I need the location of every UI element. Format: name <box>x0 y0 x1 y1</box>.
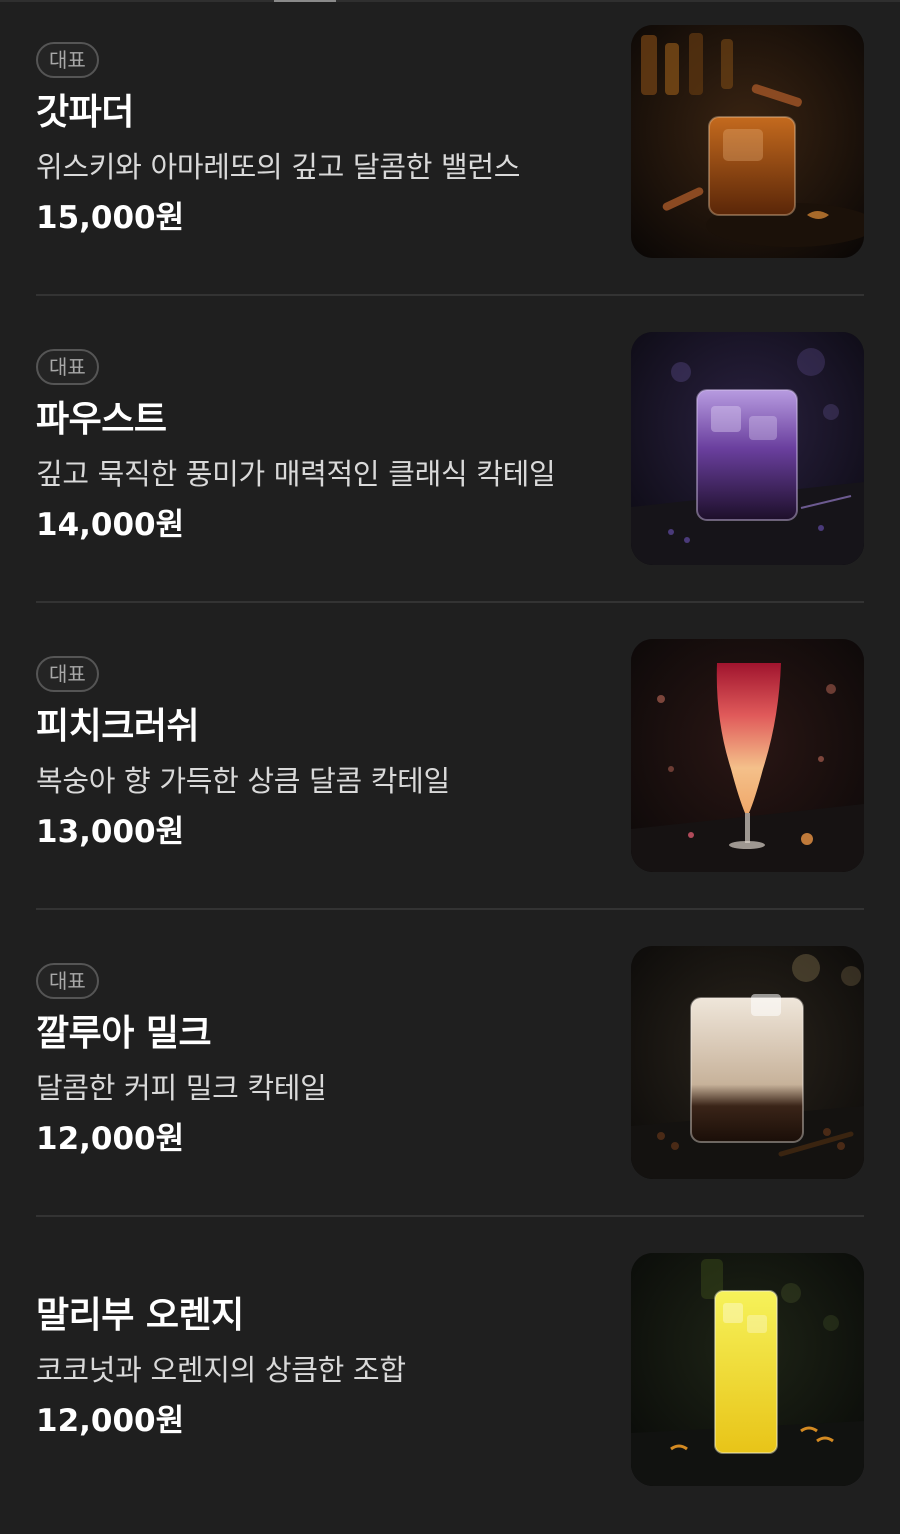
purple-cocktail-image <box>631 332 864 565</box>
menu-item-description: 코코넛과 오렌지의 상큼한 조합 <box>36 1353 406 1387</box>
item-divider <box>36 601 864 603</box>
menu-item-image[interactable] <box>631 25 864 258</box>
menu-item-image[interactable] <box>631 946 864 1179</box>
item-divider <box>36 908 864 910</box>
menu-item-name: 깔루아 밀크 <box>36 1013 212 1054</box>
signature-badge: 대표 <box>36 349 99 385</box>
menu-item-description: 달콤한 커피 밀크 칵테일 <box>36 1071 327 1105</box>
menu-item-malibu-orange[interactable]: 말리부 오렌지 코코넛과 오렌지의 상큼한 조합 12,000원 <box>0 1228 900 1534</box>
menu-item-image[interactable] <box>631 1253 864 1486</box>
menu-item-godfather[interactable]: 대표 갓파더 위스키와 아마레또의 깊고 달콤한 밸런스 15,000원 <box>0 0 900 306</box>
menu-item-price: 15,000원 <box>36 200 185 236</box>
menu-item-image[interactable] <box>631 639 864 872</box>
menu-item-faust[interactable]: 대표 파우스트 깊고 묵직한 풍미가 매력적인 클래식 칵테일 14,000원 <box>0 307 900 613</box>
menu-item-name: 파우스트 <box>36 399 167 440</box>
menu-item-description: 복숭아 향 가득한 상큼 달콤 칵테일 <box>36 764 450 798</box>
menu-item-price: 12,000원 <box>36 1403 185 1439</box>
signature-badge: 대표 <box>36 656 99 692</box>
menu-item-price: 12,000원 <box>36 1121 185 1157</box>
signature-badge: 대표 <box>36 963 99 999</box>
menu-item-name: 갓파더 <box>36 92 134 133</box>
menu-item-description: 위스키와 아마레또의 깊고 달콤한 밸런스 <box>36 150 521 184</box>
malibu-orange-image <box>631 1253 864 1486</box>
item-divider <box>36 294 864 296</box>
item-divider <box>36 1215 864 1217</box>
peach-cocktail-image <box>631 639 864 872</box>
menu-item-kahlua-milk[interactable]: 대표 깔루아 밀크 달콤한 커피 밀크 칵테일 12,000원 <box>0 921 900 1227</box>
menu-item-peach-crush[interactable]: 대표 피치크러쉬 복숭아 향 가득한 상큼 달콤 칵테일 13,000원 <box>0 614 900 920</box>
menu-item-image[interactable] <box>631 332 864 565</box>
menu-item-name: 피치크러쉬 <box>36 706 200 747</box>
menu-item-price: 14,000원 <box>36 507 185 543</box>
signature-badge: 대표 <box>36 42 99 78</box>
kahlua-milk-image <box>631 946 864 1179</box>
menu-item-description: 깊고 묵직한 풍미가 매력적인 클래식 칵테일 <box>36 457 556 491</box>
menu-item-name: 말리부 오렌지 <box>36 1295 244 1336</box>
menu-item-price: 13,000원 <box>36 814 185 850</box>
whiskey-cocktail-image <box>631 25 864 258</box>
